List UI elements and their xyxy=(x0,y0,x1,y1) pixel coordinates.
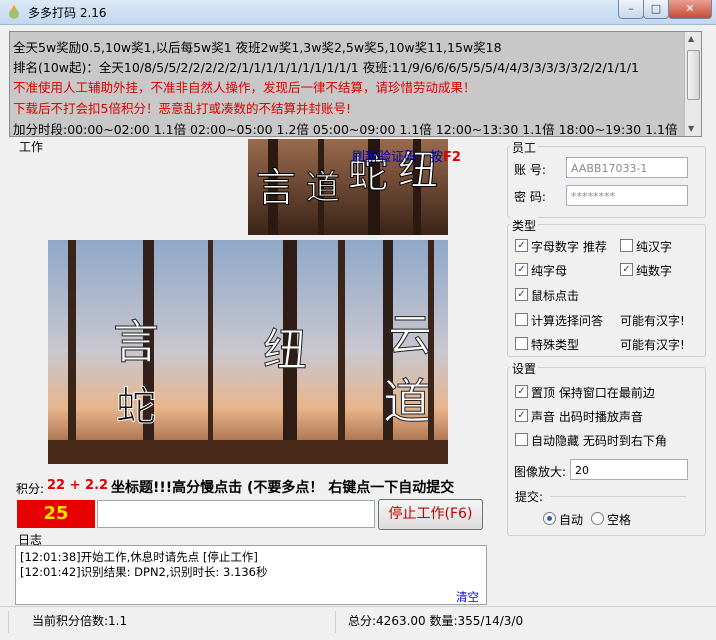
account-field[interactable]: AABB17033-1 xyxy=(566,157,688,178)
submit-space-label[interactable]: 空格 xyxy=(607,511,631,528)
captcha-main-char-1: 言 xyxy=(113,315,159,369)
zoom-label: 图像放大: xyxy=(514,465,567,479)
minimize-button[interactable]: – xyxy=(618,0,644,19)
f2-key-label: F2 xyxy=(443,150,461,165)
submit-label: 提交: xyxy=(515,490,544,504)
log-line: [12:01:38]开始工作,休息时请先点 [停止工作] xyxy=(20,550,258,564)
checkbox-calc-quiz[interactable] xyxy=(515,313,528,326)
notice-line-ranking: 排名(10w起)：全天10/8/5/5/2/2/2/2/2/1/1/1/1/1/… xyxy=(13,60,639,75)
window-title: 多多打码 2.16 xyxy=(28,6,107,20)
option-sound-label[interactable]: 声音 出码时播放声音 xyxy=(531,408,643,425)
checkbox-special[interactable] xyxy=(515,337,528,350)
refresh-captcha-hint[interactable]: 刷新验证码，按F2 xyxy=(352,146,461,165)
password-field[interactable]: ******** xyxy=(566,185,688,206)
countdown-counter: 25 xyxy=(17,500,95,528)
type-group-label: 类型 xyxy=(510,217,539,234)
scroll-up-icon[interactable]: ▲ xyxy=(688,34,694,43)
app-icon xyxy=(9,5,19,19)
close-button[interactable]: ✕ xyxy=(668,0,712,19)
notice-line-penalty: 下载后不打会扣5倍积分！恶意乱打或凑数的不结算并封账号! xyxy=(13,101,351,116)
notice-scrollbar[interactable]: ▲ ▼ xyxy=(684,32,701,136)
notice-line-reward: 全天5w奖励0.5,10w奖1,以后每5w奖1 夜班2w奖1,3w奖2,5w奖5… xyxy=(13,40,502,55)
log-box[interactable]: [12:01:38]开始工作,休息时请先点 [停止工作] [12:01:42]识… xyxy=(15,545,487,605)
captcha-click-image[interactable]: 言 蛇 纽 云 道 xyxy=(48,240,448,464)
option-always-on-top-label[interactable]: 置顶 保持窗口在最前边 xyxy=(531,384,655,401)
clear-log-link[interactable]: 清空 xyxy=(456,589,479,605)
radio-submit-space[interactable] xyxy=(591,512,604,525)
option-auto-hide-label[interactable]: 自动隐藏 无码时到右下角 xyxy=(531,432,667,449)
password-label: 密 码: xyxy=(514,190,546,204)
checkbox-mouse-click[interactable]: ✓ xyxy=(515,288,528,301)
scroll-thumb[interactable] xyxy=(687,50,700,100)
staff-group-label: 员工 xyxy=(510,139,539,156)
score-label: 积分: xyxy=(16,482,45,496)
checkbox-always-on-top[interactable]: ✓ xyxy=(515,385,528,398)
option-pure-hanzi-label[interactable]: 纯汉字 xyxy=(636,238,672,255)
status-totals: 总分:4263.00 数量:355/14/3/0 xyxy=(348,614,524,628)
maybe-hanzi-note-1: 可能有汉字! xyxy=(620,314,685,328)
title-bar: 多多打码 2.16 – □ ✕ xyxy=(0,0,716,25)
captcha-main-char-2: 蛇 xyxy=(116,384,156,430)
notice-box: 全天5w奖励0.5,10w奖1,以后每5w奖1 夜班2w奖1,3w奖2,5w奖5… xyxy=(9,31,702,137)
status-separator xyxy=(335,611,336,633)
status-multiplier: 当前积分倍数:1.1 xyxy=(32,614,128,628)
zoom-input[interactable]: 20 xyxy=(570,459,688,480)
settings-group-label: 设置 xyxy=(510,360,539,377)
checkbox-pure-digits[interactable]: ✓ xyxy=(620,263,633,276)
option-mouse-click-label[interactable]: 鼠标点击 xyxy=(531,287,579,304)
checkbox-pure-letters[interactable]: ✓ xyxy=(515,263,528,276)
option-alnum-label[interactable]: 字母数字 推荐 xyxy=(531,238,607,255)
status-separator xyxy=(8,611,9,633)
notice-line-warning: 不准使用人工辅助外挂，不准非自然人操作，发现后一律不结算，请珍惜劳动成果！ xyxy=(13,80,476,95)
submit-divider xyxy=(550,496,686,497)
captcha-main-char-5: 道 xyxy=(383,374,431,430)
captcha-main-char-4: 云 xyxy=(388,310,432,361)
maybe-hanzi-note-2: 可能有汉字! xyxy=(620,338,685,352)
captcha-top-char-2: 道 xyxy=(306,168,340,208)
option-special-label[interactable]: 特殊类型 xyxy=(531,336,579,353)
captcha-top-char-1: 言 xyxy=(256,165,296,211)
stop-work-button[interactable]: 停止工作(F6) xyxy=(378,499,483,530)
option-calc-quiz-label[interactable]: 计算选择问答 xyxy=(531,312,603,329)
account-label: 账 号: xyxy=(514,163,546,177)
notice-line-bonus-times: 加分时段:00:00~02:00 1.1倍 02:00~05:00 1.2倍 0… xyxy=(13,122,678,137)
maximize-button[interactable]: □ xyxy=(643,0,669,19)
checkbox-auto-hide[interactable] xyxy=(515,433,528,446)
status-bar: 当前积分倍数:1.1 总分:4263.00 数量:355/14/3/0 xyxy=(0,606,716,640)
scroll-down-icon[interactable]: ▼ xyxy=(688,124,694,133)
log-line: [12:01:42]识别结果: DPN2,识别时长: 3.136秒 xyxy=(20,565,268,579)
checkbox-pure-hanzi[interactable] xyxy=(620,239,633,252)
option-pure-letters-label[interactable]: 纯字母 xyxy=(531,262,567,279)
score-value: 22 + 2.2 xyxy=(47,478,109,493)
checkbox-alnum[interactable]: ✓ xyxy=(515,239,528,252)
work-group-label: 工作 xyxy=(17,138,46,155)
answer-input[interactable] xyxy=(97,500,375,528)
option-pure-digits-label[interactable]: 纯数字 xyxy=(636,262,672,279)
checkbox-sound[interactable]: ✓ xyxy=(515,409,528,422)
task-instruction: 坐标题!!!高分慢点击 (不要多点！ 右键点一下自动提交 xyxy=(111,480,455,496)
captcha-main-char-3: 纽 xyxy=(263,325,307,376)
submit-auto-label[interactable]: 自动 xyxy=(559,511,583,528)
radio-submit-auto[interactable] xyxy=(543,512,556,525)
refresh-hint-text: 刷新验证码，按 xyxy=(352,150,444,165)
